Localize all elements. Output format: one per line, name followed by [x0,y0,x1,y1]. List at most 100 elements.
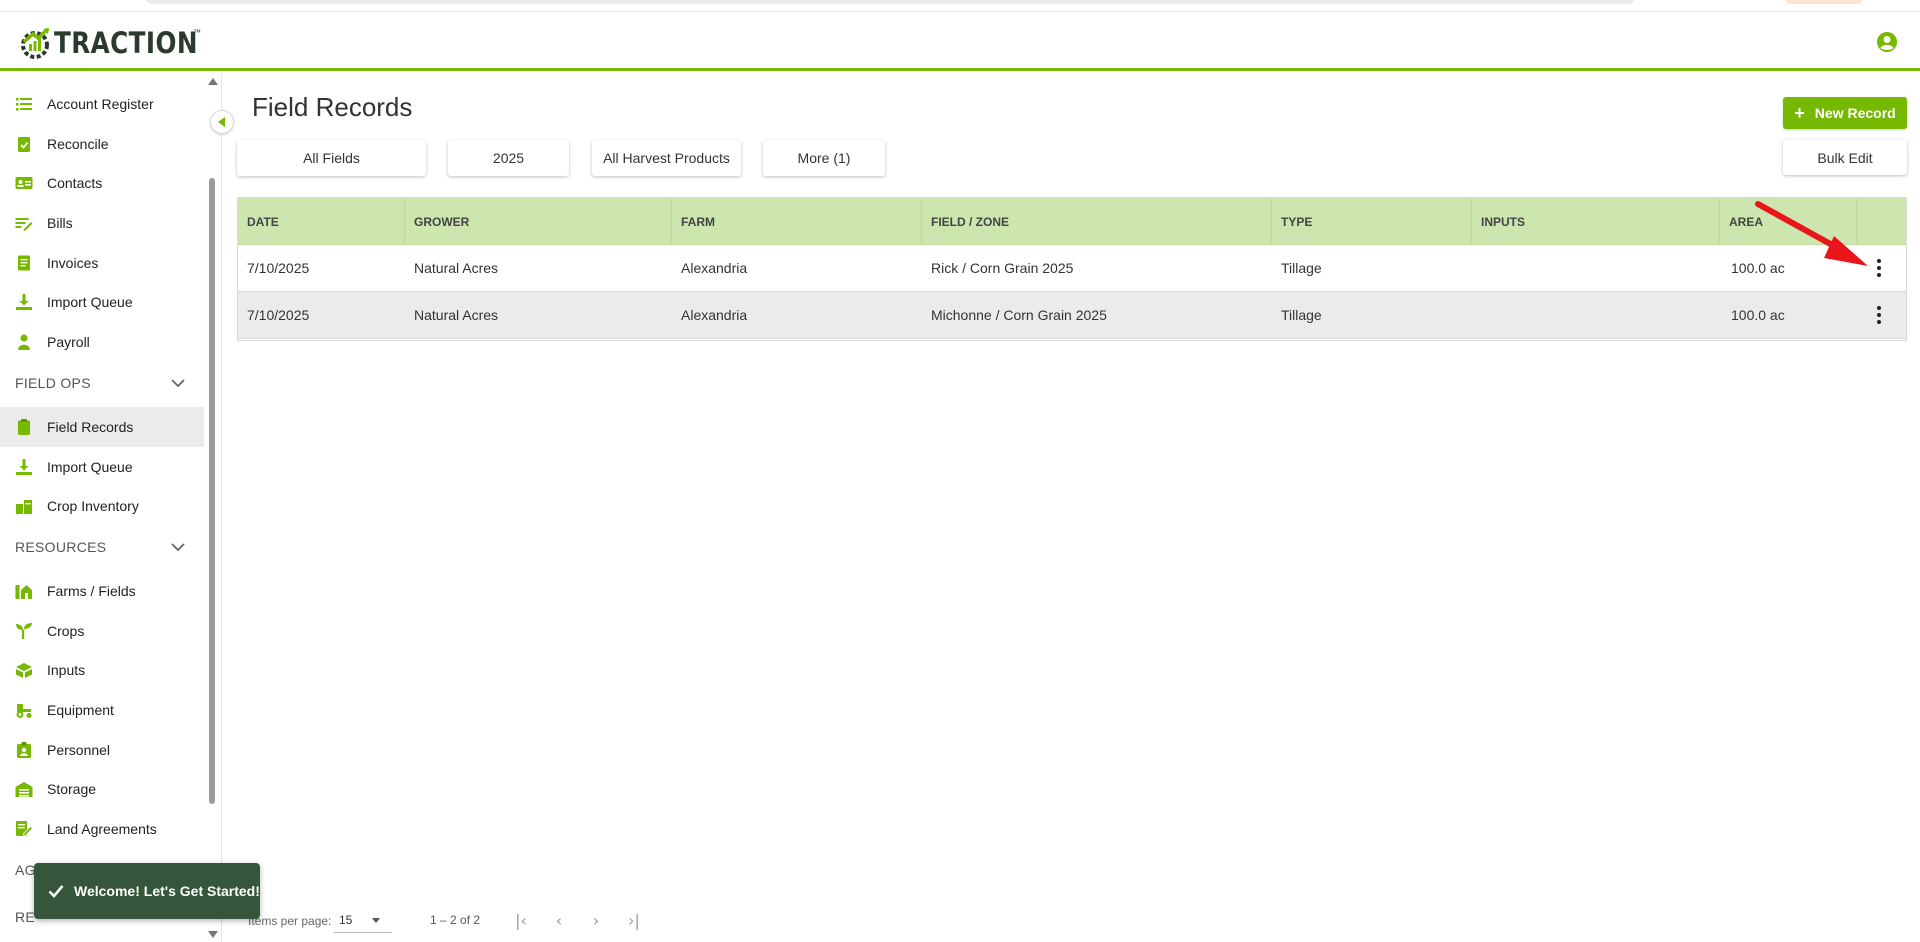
sidebar-item-contacts[interactable]: Contacts [0,163,204,203]
sidebar-item-invoices[interactable]: Invoices [0,243,204,283]
previous-page-icon[interactable]: ‹ [548,910,570,930]
items-per-page-value: 15 [339,912,353,927]
scroll-thumb[interactable] [209,178,215,804]
table-row[interactable]: 7/10/2025 Natural Acres Alexandria Micho… [238,292,1906,339]
sidebar-item-label: Import Queue [47,459,133,475]
new-record-label: New Record [1814,105,1896,121]
cell-grower: Natural Acres [414,307,499,323]
section-field-ops[interactable]: FIELD OPS [15,371,185,395]
next-page-icon[interactable]: › [585,910,607,930]
trademark: ™ [193,28,201,37]
cell-date: 7/10/2025 [247,260,310,276]
sidebar-item-label: Field Records [47,419,134,435]
filter-harvest-products[interactable]: All Harvest Products [592,140,741,176]
filter-fields[interactable]: All Fields [237,140,426,176]
user-account-icon[interactable] [1876,31,1898,53]
first-page-icon[interactable]: |‹ [510,910,532,930]
cell-type: Tillage [1281,260,1322,276]
chevron-down-icon [171,543,185,552]
cell-farm: Alexandria [681,307,748,323]
sidebar-item-label: Personnel [47,742,111,758]
scroll-down-arrow[interactable] [208,931,218,938]
sidebar: Account Register Reconcile Contacts Bill… [0,74,222,942]
column-header-inputs[interactable]: INPUTS [1472,198,1720,245]
sidebar-item-import-queue-fieldops[interactable]: Import Queue [0,447,204,487]
cell-inputs [1472,292,1481,338]
sidebar-item-farms-fields[interactable]: Farms / Fields [0,571,204,611]
cell-farm: Alexandria [681,260,748,276]
top-right-pill [1785,0,1863,4]
sidebar-item-payroll[interactable]: Payroll [0,322,204,362]
person-icon [18,334,30,350]
badge-icon [17,742,31,758]
contact-card-icon [15,177,33,189]
sidebar-item-label: Land Agreements [47,821,157,837]
scroll-up-arrow[interactable] [208,78,218,85]
sidebar-item-label: Farms / Fields [47,583,136,599]
sidebar-item-bills[interactable]: Bills [0,203,204,243]
boxes-icon [16,663,32,678]
sidebar-item-crop-inventory[interactable]: Crop Inventory [0,486,204,526]
section-resources-label: RESOURCES [15,539,107,555]
column-header-grower[interactable]: GROWER [405,198,672,245]
filter-year-label: 2025 [492,150,525,166]
sidebar-item-label: Payroll [47,334,90,350]
gear-logo-icon [21,27,50,59]
paginator: Items per page: 15 1 – 2 of 2 |‹ ‹ › ›| [248,905,668,935]
section-resources[interactable]: RESOURCES [15,535,185,559]
bulk-edit-button[interactable]: Bulk Edit [1783,140,1907,175]
row-actions-menu-icon[interactable] [1876,306,1882,324]
cell-grower: Natural Acres [414,260,499,276]
inventory-icon [16,500,32,514]
chevron-left-icon [217,117,225,127]
filter-more-label: More (1) [797,150,851,166]
sidebar-item-land-agreements[interactable]: Land Agreements [0,809,204,849]
column-header-field-zone[interactable]: FIELD / ZONE [922,198,1272,245]
traction-logo[interactable]: TRACTION ™ [18,26,223,60]
sidebar-item-field-records[interactable]: Field Records [0,407,204,447]
column-header-type[interactable]: TYPE [1272,198,1472,245]
items-per-page-select[interactable]: 15 [334,907,392,933]
download-icon [16,294,32,310]
cell-field-zone: Michonne / Corn Grain 2025 [931,307,1107,323]
sidebar-item-equipment[interactable]: Equipment [0,690,204,730]
sidebar-item-reconcile[interactable]: Reconcile [0,124,204,164]
sidebar-item-label: Crop Inventory [47,498,139,514]
sidebar-item-inputs[interactable]: Inputs [0,650,204,690]
filter-year[interactable]: 2025 [448,140,569,176]
welcome-toast[interactable]: Welcome! Let's Get Started! [34,863,260,919]
sidebar-item-storage[interactable]: Storage [0,769,204,809]
last-page-icon[interactable]: ›| [623,910,645,930]
sidebar-item-crops[interactable]: Crops [0,611,204,651]
cell-date: 7/10/2025 [247,307,310,323]
filter-more[interactable]: More (1) [763,140,885,176]
cell-type: Tillage [1281,307,1322,323]
sidebar-item-label: Bills [47,215,73,231]
page-range: 1 – 2 of 2 [430,913,481,927]
warehouse-icon [15,782,33,797]
column-header-date[interactable]: DATE [238,198,405,245]
page-title: Field Records [252,92,413,122]
table-row[interactable]: 7/10/2025 Natural Acres Alexandria Rick … [238,245,1906,292]
toast-message: Welcome! Let's Get Started! [74,883,260,899]
collapse-sidebar-button[interactable] [210,110,234,134]
sidebar-item-personnel[interactable]: Personnel [0,730,204,770]
section-partial-label: RE [15,909,36,925]
filter-fields-label: All Fields [303,150,360,166]
section-field-ops-label: FIELD OPS [15,375,91,391]
cell-field-zone: Rick / Corn Grain 2025 [931,260,1074,276]
sidebar-item-account-register[interactable]: Account Register [0,84,204,124]
contract-icon [16,821,33,837]
red-arrow-annotation [1755,201,1868,266]
address-bar [145,0,1635,4]
sidebar-item-import-queue[interactable]: Import Queue [0,282,204,322]
section-partial-label: AG [15,862,36,878]
check-icon [48,885,64,898]
sidebar-scrollbar[interactable] [206,74,218,942]
new-record-button[interactable]: + New Record [1783,97,1907,129]
cell-area: 100.0 ac [1731,307,1785,323]
bulk-edit-label: Bulk Edit [1817,149,1873,166]
column-header-farm[interactable]: FARM [672,198,922,245]
farm-icon [15,585,32,599]
list-icon [16,98,32,111]
